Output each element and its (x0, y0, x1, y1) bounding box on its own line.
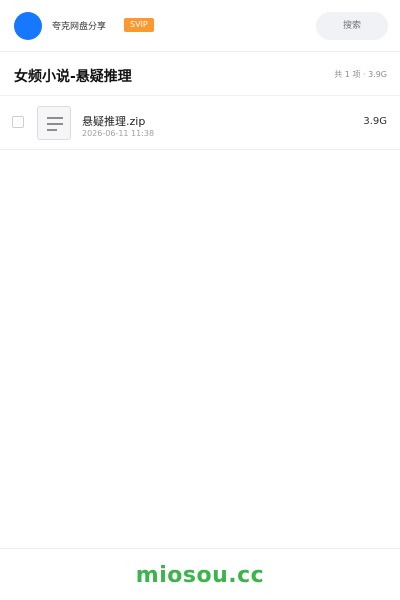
file-row[interactable]: 悬疑推理.zip 2026-06-11 11:38 3.9G (0, 96, 400, 150)
file-name[interactable]: 悬疑推理.zip (82, 113, 145, 129)
page-title: 女频小说-悬疑推理 (14, 69, 132, 85)
file-checkbox[interactable] (12, 116, 24, 128)
file-size: 3.9G (363, 116, 387, 127)
top-bar: 夸克网盘分享 SVIP (0, 0, 400, 52)
avatar[interactable] (14, 12, 42, 40)
folder-summary: 共 1 项 · 3.9G (334, 70, 387, 79)
svip-badge: SVIP (124, 18, 154, 32)
search-input[interactable] (316, 12, 388, 40)
site-watermark[interactable]: miosou.cc (136, 563, 264, 588)
footer: miosou.cc (0, 548, 400, 600)
file-date: 2026-06-11 11:38 (82, 129, 155, 138)
folder-header: 女频小说-悬疑推理 共 1 项 · 3.9G (0, 52, 400, 96)
file-list-icon (37, 106, 71, 140)
app-name: 夸克网盘分享 (52, 22, 107, 32)
